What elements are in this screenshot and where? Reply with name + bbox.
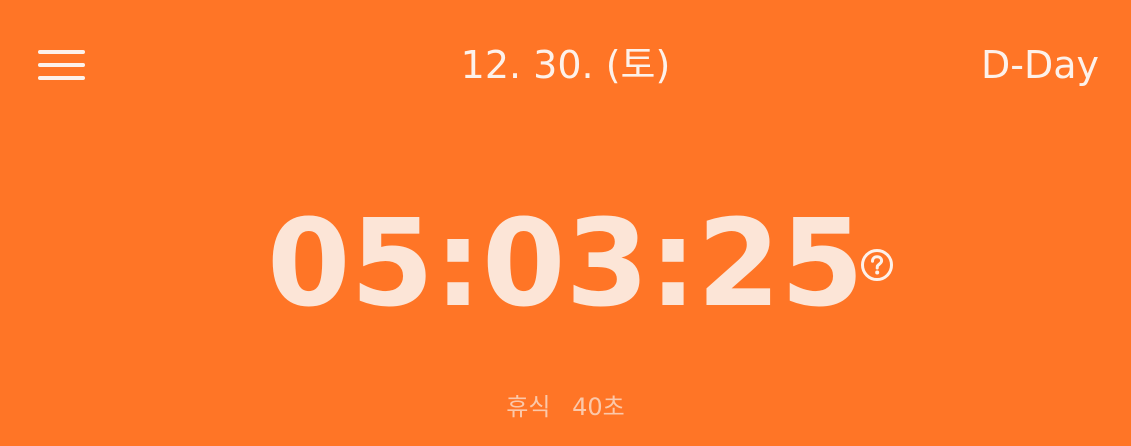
timer-row: 05:03:25 (0, 200, 1131, 330)
dday-button[interactable]: D-Day (981, 40, 1099, 90)
rest-label: 휴식 (506, 393, 551, 421)
date-title: 12. 30. (토) (460, 43, 671, 87)
timer-display: 05:03:25 (267, 195, 864, 334)
rest-info: 휴식 40초 (0, 390, 1131, 424)
rest-duration: 40초 (572, 393, 625, 421)
question-circle-icon[interactable] (860, 248, 894, 282)
